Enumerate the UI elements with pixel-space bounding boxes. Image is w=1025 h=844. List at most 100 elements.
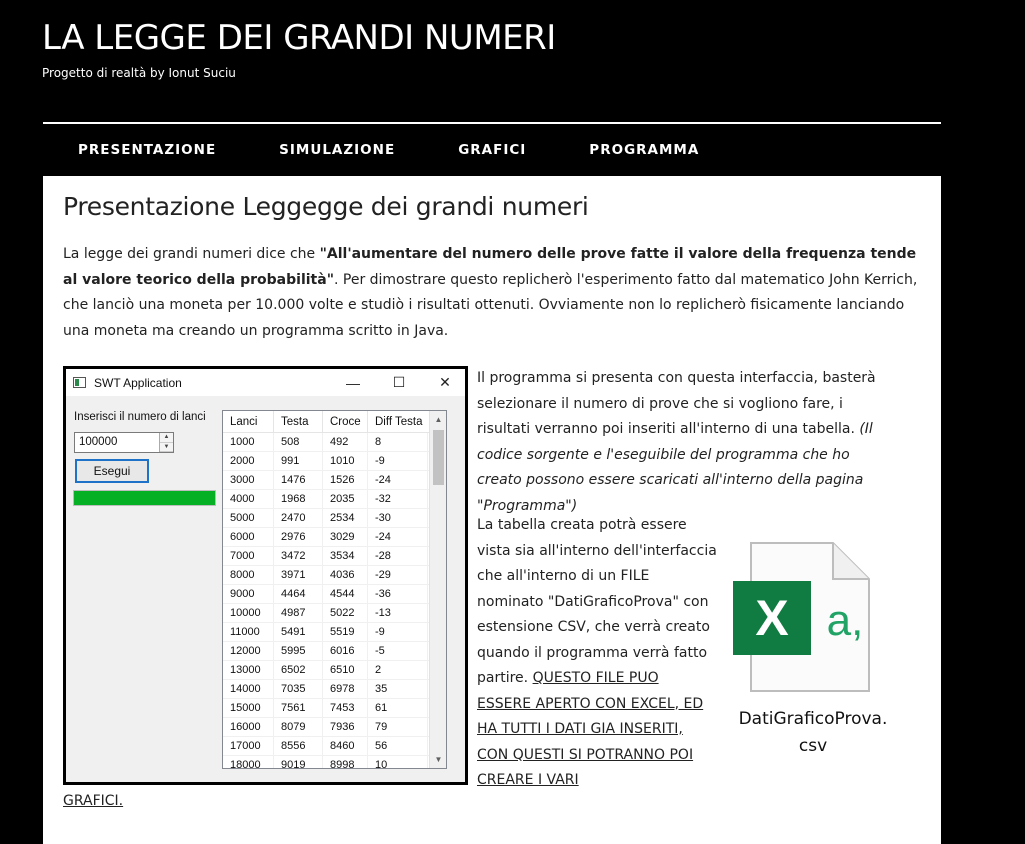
close-button[interactable]: ✕ <box>422 369 468 396</box>
table-cell: -24 <box>368 527 428 547</box>
results-table[interactable]: Lanci Testa Croce Diff Testa 1000 508 492 8… <box>222 410 447 769</box>
table-row[interactable]: 8000 3971 4036 -29 <box>223 565 446 585</box>
page-title: Presentazione Leggegge dei grandi numeri <box>63 192 589 221</box>
table-row[interactable]: 9000 4464 4544 -36 <box>223 584 446 604</box>
table-row[interactable]: 15000 7561 7453 61 <box>223 698 446 718</box>
table-cell: 5519 <box>323 622 368 642</box>
table-cell: 6510 <box>323 660 368 680</box>
lanci-input-label: Inserisci il numero di lanci <box>74 411 206 423</box>
grafici-link[interactable]: GRAFICI. <box>63 793 123 809</box>
table-cell: -13 <box>368 603 428 623</box>
esegui-button[interactable]: Esegui <box>75 459 149 483</box>
column-header-lanci[interactable]: Lanci <box>223 411 274 433</box>
table-cell: 7561 <box>274 698 323 718</box>
nav-item-grafici[interactable]: GRAFICI <box>458 142 526 158</box>
column-header-testa[interactable]: Testa <box>274 411 323 433</box>
table-row[interactable]: 11000 5491 5519 -9 <box>223 622 446 642</box>
table-cell: 2534 <box>323 508 368 528</box>
table-cell: 4987 <box>274 603 323 623</box>
table-row[interactable]: 5000 2470 2534 -30 <box>223 508 446 528</box>
table-row[interactable]: 17000 8556 8460 56 <box>223 736 446 756</box>
table-cell: 5000 <box>223 508 274 528</box>
table-scrollbar[interactable]: ▲ ▼ <box>429 411 446 768</box>
table-cell: 35 <box>368 679 428 699</box>
table-row[interactable]: 1000 508 492 8 <box>223 432 446 452</box>
table-cell: 14000 <box>223 679 274 699</box>
table-cell: -32 <box>368 489 428 509</box>
maximize-icon: ☐ <box>392 374 406 390</box>
table-header: Lanci Testa Croce Diff Testa <box>223 411 446 433</box>
table-cell: 79 <box>368 717 428 737</box>
table-cell: 7035 <box>274 679 323 699</box>
chevron-up-icon: ▲ <box>434 415 443 424</box>
table-row[interactable]: 13000 6502 6510 2 <box>223 660 446 680</box>
nav-item-presentazione[interactable]: PRESENTAZIONE <box>78 142 216 158</box>
table-cell: -28 <box>368 546 428 566</box>
app-window-icon <box>73 377 86 388</box>
table-cell: 6000 <box>223 527 274 547</box>
maximize-button[interactable]: ☐ <box>376 369 422 396</box>
table-cell: 5022 <box>323 603 368 623</box>
table-row[interactable]: 3000 1476 1526 -24 <box>223 470 446 490</box>
chevron-down-icon: ▼ <box>163 443 170 450</box>
table-cell: 1476 <box>274 470 323 490</box>
table-cell: 3534 <box>323 546 368 566</box>
scroll-down-button[interactable]: ▼ <box>430 751 446 768</box>
interface-paragraph: Il programma si presenta con questa inte… <box>477 366 897 519</box>
excel-csv-file-icon: X a, <box>733 542 870 692</box>
table-row[interactable]: 6000 2976 3029 -24 <box>223 527 446 547</box>
column-header-diff-testa[interactable]: Diff Testa <box>368 411 428 433</box>
table-cell: 2470 <box>274 508 323 528</box>
table-cell: 9019 <box>274 755 323 768</box>
table-cell: 1010 <box>323 451 368 471</box>
spinner-buttons: ▲ ▼ <box>159 433 173 452</box>
table-cell: 5491 <box>274 622 323 642</box>
scroll-up-button[interactable]: ▲ <box>430 411 446 428</box>
table-cell: 13000 <box>223 660 274 680</box>
table-row[interactable]: 14000 7035 6978 35 <box>223 679 446 699</box>
table-cell: 508 <box>274 432 323 452</box>
table-row[interactable]: 18000 9019 8998 10 <box>223 755 446 768</box>
table-cell: 9000 <box>223 584 274 604</box>
scrollbar-thumb[interactable] <box>433 430 444 485</box>
table-cell: 7453 <box>323 698 368 718</box>
column-header-croce[interactable]: Croce <box>323 411 368 433</box>
spinner-up-button[interactable]: ▲ <box>160 433 173 443</box>
table-cell: 8000 <box>223 565 274 585</box>
table-row[interactable]: 10000 4987 5022 -13 <box>223 603 446 623</box>
csv-paragraph: La tabella creata potrà essere vista sia… <box>477 513 717 794</box>
file-caption-ext: csv <box>798 736 828 756</box>
table-cell: 6016 <box>323 641 368 661</box>
lanci-spinner[interactable]: 100000 ▲ ▼ <box>74 432 174 453</box>
table-cell: -29 <box>368 565 428 585</box>
spinner-down-button[interactable]: ▼ <box>160 442 173 452</box>
table-row[interactable]: 2000 991 1010 -9 <box>223 451 446 471</box>
table-cell: 10000 <box>223 603 274 623</box>
table-cell: 4000 <box>223 489 274 509</box>
swt-body: Inserisci il numero di lanci 100000 ▲ ▼ … <box>66 396 465 782</box>
table-row[interactable]: 7000 3472 3534 -28 <box>223 546 446 566</box>
table-cell: 1968 <box>274 489 323 509</box>
lanci-spinner-value[interactable]: 100000 <box>79 436 117 448</box>
table-row[interactable]: 12000 5995 6016 -5 <box>223 641 446 661</box>
table-cell: 18000 <box>223 755 274 768</box>
table-cell: 10 <box>368 755 428 768</box>
nav-item-programma[interactable]: PROGRAMMA <box>589 142 699 158</box>
table-body: 1000 508 492 8 2000 991 1010 -9 3000 1476 1526 -24 4… <box>223 432 446 768</box>
table-cell: 4464 <box>274 584 323 604</box>
table-row[interactable]: 16000 8079 7936 79 <box>223 717 446 737</box>
table-cell: 6978 <box>323 679 368 699</box>
table-cell: 4544 <box>323 584 368 604</box>
intro-paragraph: La legge dei grandi numeri dice che "All… <box>63 242 923 344</box>
table-cell: 8079 <box>274 717 323 737</box>
minimize-button[interactable]: — <box>330 369 376 396</box>
nav-item-simulazione[interactable]: SIMULAZIONE <box>279 142 395 158</box>
table-row[interactable]: 4000 1968 2035 -32 <box>223 489 446 509</box>
table-cell: 2035 <box>323 489 368 509</box>
excel-link[interactable]: QUESTO FILE PUO ESSERE APERTO CON EXCEL,… <box>477 670 703 788</box>
table-cell: 991 <box>274 451 323 471</box>
table-cell: 4036 <box>323 565 368 585</box>
table-cell: 2 <box>368 660 428 680</box>
table-cell: -9 <box>368 622 428 642</box>
table-cell: 7000 <box>223 546 274 566</box>
